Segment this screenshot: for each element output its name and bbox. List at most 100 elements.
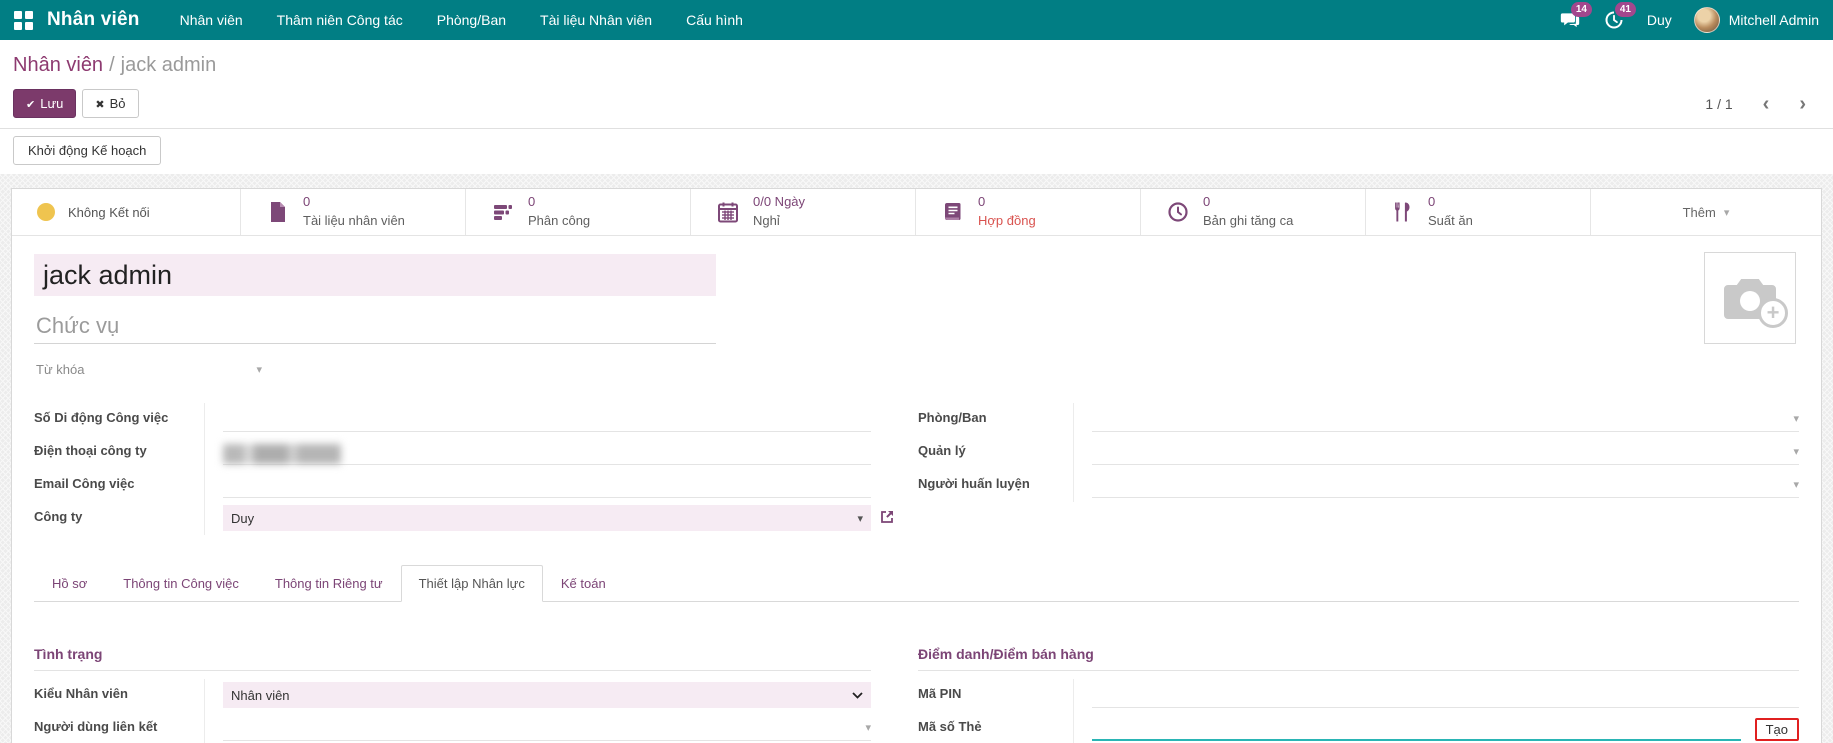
pager-value: 1 / 1 (1705, 96, 1732, 112)
tags-input[interactable]: Từ khóa ▾ (34, 360, 264, 381)
menu-item-departments[interactable]: Phòng/Ban (437, 12, 506, 28)
badge-id-input[interactable] (1092, 715, 1741, 741)
pin-code-label: Mã PIN (918, 679, 1073, 712)
status-section: Tình trạng Kiểu Nhân viên Nhân viên (34, 646, 871, 743)
form-view-background: Không Kết nối 0 Tài liệu nhân viên (0, 174, 1833, 743)
time-off-stat-button[interactable]: 0/0 Ngày Nghỉ (691, 189, 916, 235)
company-input[interactable]: Duy ▾ (223, 505, 871, 531)
tab-hr-settings[interactable]: Thiết lập Nhân lực (401, 565, 543, 602)
time-off-label: Nghỉ (753, 212, 805, 231)
discard-button[interactable]: ✖Bỏ (82, 89, 138, 118)
related-user-label: Người dùng liên kết (34, 712, 204, 743)
generate-badge-button[interactable]: Tạo (1755, 718, 1799, 741)
menu-item-employees[interactable]: Nhân viên (180, 12, 243, 28)
pager-previous-icon[interactable]: ‹ (1763, 94, 1770, 114)
save-button[interactable]: ✔Lưu (13, 89, 76, 118)
work-email-input[interactable] (223, 472, 871, 498)
department-input[interactable]: ▾ (1092, 406, 1799, 432)
messages-icon[interactable]: 14 (1559, 9, 1581, 31)
coach-label: Người huấn luyện (918, 469, 1073, 502)
contract-icon (941, 200, 965, 224)
documents-stat-button[interactable]: 0 Tài liệu nhân viên (241, 189, 466, 235)
meals-stat-button[interactable]: 0 Suất ăn (1366, 189, 1591, 235)
launch-plan-button[interactable]: Khởi động Kế hoạch (13, 136, 161, 165)
field-row: Phòng/Ban ▾ (918, 403, 1799, 436)
assignments-count: 0 (528, 193, 590, 212)
connection-status-button[interactable]: Không Kết nối (12, 189, 241, 235)
pager: 1 / 1 ‹ › (1705, 94, 1820, 114)
tab-accounting[interactable]: Kế toán (543, 565, 624, 602)
documents-count: 0 (303, 193, 405, 212)
field-row: Quản lý ▾ (918, 436, 1799, 469)
user-avatar (1694, 7, 1720, 33)
tab-resume[interactable]: Hồ sơ (34, 565, 105, 602)
attendance-pos-section: Điểm danh/Điểm bán hàng Mã PIN Mã số Thẻ… (918, 646, 1799, 743)
work-email-label: Email Công việc (34, 469, 204, 502)
calendar-icon (716, 200, 740, 224)
stat-button-bar: Không Kết nối 0 Tài liệu nhân viên (12, 189, 1821, 236)
user-menu[interactable]: Mitchell Admin (1694, 7, 1819, 33)
work-mobile-label: Số Di động Công việc (34, 403, 204, 436)
overtime-stat-button[interactable]: 0 Bản ghi tăng ca (1141, 189, 1366, 235)
tab-private-information[interactable]: Thông tin Riêng tư (257, 565, 401, 602)
overtime-label: Bản ghi tăng ca (1203, 212, 1293, 231)
meals-count: 0 (1428, 193, 1473, 212)
pin-code-input[interactable] (1092, 682, 1799, 708)
company-label: Công ty (34, 502, 204, 535)
field-row: Email Công việc (34, 469, 871, 502)
apps-menu-icon[interactable] (14, 11, 33, 30)
connection-status-label: Không Kết nối (68, 205, 150, 220)
meal-icon (1391, 200, 1415, 224)
manager-input[interactable]: ▾ (1092, 439, 1799, 465)
menu-item-configuration[interactable]: Cấu hình (686, 12, 743, 28)
badge-id-label: Mã số Thẻ (918, 712, 1073, 743)
pager-next-icon[interactable]: › (1799, 94, 1806, 114)
right-field-group: Phòng/Ban ▾ Quản lý ▾ Người huấn luyện ▾ (918, 403, 1799, 535)
activities-badge: 41 (1615, 2, 1636, 17)
notebook-tabs: Hồ sơ Thông tin Công việc Thông tin Riên… (34, 565, 1799, 602)
employee-photo-upload[interactable]: + (1704, 252, 1796, 344)
employee-name-input[interactable]: jack admin (34, 254, 716, 296)
menu-item-seniority[interactable]: Thâm niên Công tác (277, 12, 403, 28)
control-panel: Nhân viên/jack admin ✔Lưu ✖Bỏ 1 / 1 ‹ › (0, 40, 1833, 129)
contracts-count: 0 (978, 193, 1036, 212)
chevron-down-icon: ▾ (1793, 478, 1799, 491)
document-icon (266, 200, 290, 224)
status-section-title: Tình trạng (34, 646, 871, 671)
breadcrumb-parent[interactable]: Nhân viên (13, 54, 103, 76)
add-photo-plus-icon: + (1758, 298, 1788, 328)
breadcrumb: Nhân viên/jack admin (13, 54, 1820, 77)
contracts-stat-button[interactable]: 0 Hợp đồng (916, 189, 1141, 235)
employee-type-select[interactable]: Nhân viên (223, 682, 871, 708)
assignment-icon (491, 200, 515, 224)
status-dot-icon (37, 203, 55, 221)
x-icon: ✖ (95, 99, 104, 111)
activities-icon[interactable]: 41 (1603, 9, 1625, 31)
attendance-section-title: Điểm danh/Điểm bán hàng (918, 646, 1799, 671)
field-row: Mã số Thẻ Tạo (918, 712, 1799, 743)
documents-label: Tài liệu nhân viên (303, 212, 405, 231)
check-icon: ✔ (26, 99, 35, 111)
chevron-down-icon: ▾ (857, 512, 863, 525)
overtime-count: 0 (1203, 193, 1293, 212)
job-title-input[interactable]: Chức vụ (34, 308, 716, 344)
related-user-input[interactable]: ▾ (223, 715, 871, 741)
company-switcher[interactable]: Duy (1647, 12, 1672, 28)
assignments-label: Phân công (528, 212, 590, 231)
contracts-label: Hợp đồng (978, 212, 1036, 231)
open-company-external-icon[interactable] (879, 509, 895, 530)
menu-item-documents[interactable]: Tài liệu Nhân viên (540, 12, 652, 28)
more-stat-dropdown[interactable]: Thêm ▾ (1591, 189, 1821, 235)
chevron-down-icon: ▾ (256, 363, 262, 376)
coach-input[interactable]: ▾ (1092, 472, 1799, 498)
field-row: Số Di động Công việc (34, 403, 871, 436)
assignments-stat-button[interactable]: 0 Phân công (466, 189, 691, 235)
tab-work-information[interactable]: Thông tin Công việc (105, 565, 257, 602)
work-mobile-input[interactable] (223, 406, 871, 432)
app-brand[interactable]: Nhân viên (47, 9, 140, 31)
overtime-clock-icon (1166, 200, 1190, 224)
chevron-down-icon: ▾ (1724, 206, 1730, 219)
chevron-down-icon: ▾ (1793, 445, 1799, 458)
work-phone-input[interactable] (223, 439, 871, 465)
field-row: Mã PIN (918, 679, 1799, 712)
